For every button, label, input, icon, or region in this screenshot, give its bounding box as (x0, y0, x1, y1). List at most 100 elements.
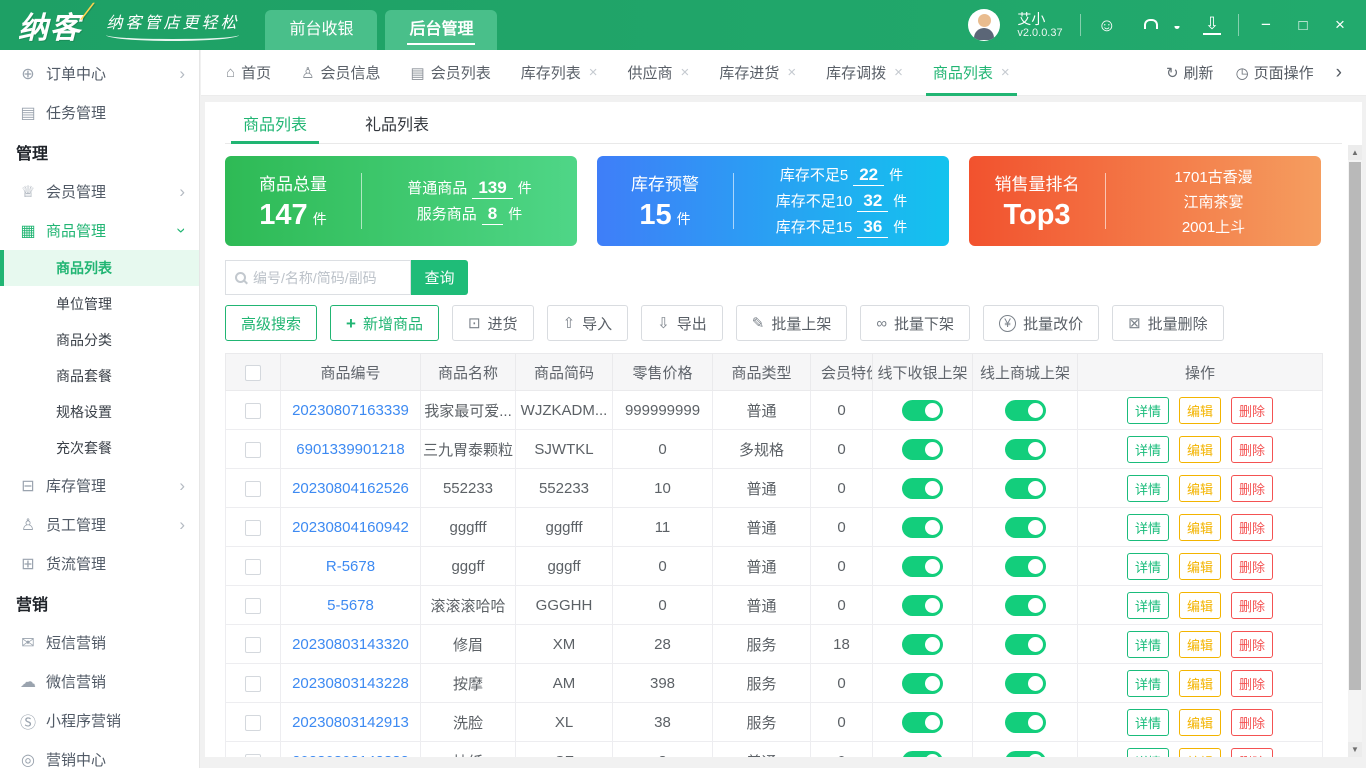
row-checkbox[interactable] (245, 714, 261, 731)
sidebar-item[interactable]: ♕ 会员管理 › (0, 172, 199, 211)
offline-shelf-toggle[interactable] (902, 672, 943, 694)
sidebar-item[interactable]: ⊟ 库存管理 › (0, 466, 199, 505)
detail-button[interactable]: 详情 (1126, 396, 1169, 424)
tab-供应商[interactable]: 供应商 × (613, 50, 705, 95)
row-checkbox[interactable] (245, 597, 261, 614)
product-code-link[interactable]: 20230804162526 (292, 480, 409, 497)
avatar[interactable] (968, 9, 1001, 41)
edit-button[interactable]: 编辑 (1178, 630, 1221, 658)
refresh-button[interactable]: ↻ 刷新 (1166, 62, 1214, 83)
online-shelf-toggle[interactable] (1004, 555, 1046, 577)
delete-button[interactable]: 删除 (1231, 435, 1274, 463)
sidebar-item[interactable]: ▤ 任务管理 (0, 93, 199, 132)
edit-button[interactable]: 编辑 (1178, 669, 1221, 697)
批量上架-button[interactable]: ✎ 批量上架 (735, 305, 848, 341)
sidebar-subitem[interactable]: 商品分类 (0, 322, 199, 358)
edit-button[interactable]: 编辑 (1178, 591, 1221, 619)
offline-shelf-toggle[interactable] (902, 750, 943, 757)
tab-商品列表[interactable]: 商品列表 × (918, 50, 1025, 96)
row-checkbox[interactable] (245, 558, 261, 575)
minimize-button[interactable]: − (1256, 15, 1276, 35)
offline-shelf-toggle[interactable] (902, 399, 943, 421)
header-tab-cashier[interactable]: 前台收银 (265, 10, 378, 50)
online-shelf-toggle[interactable] (1004, 750, 1046, 757)
scrollbar-thumb[interactable] (1349, 162, 1361, 690)
delete-button[interactable]: 删除 (1231, 513, 1274, 541)
sidebar-item[interactable]: ⊕ 订单中心 › (0, 54, 199, 93)
maximize-button[interactable]: □ (1293, 17, 1313, 34)
product-code-link[interactable]: 20230804160942 (292, 519, 409, 536)
row-checkbox[interactable] (245, 519, 261, 536)
sidebar-item[interactable]: ▦ 商品管理 › (0, 211, 199, 250)
edit-button[interactable]: 编辑 (1178, 396, 1221, 424)
row-checkbox[interactable] (245, 441, 261, 458)
delete-button[interactable]: 删除 (1231, 747, 1274, 757)
download-icon[interactable]: ⇩ (1203, 15, 1221, 35)
tab-库存列表[interactable]: 库存列表 × (506, 50, 613, 95)
scroll-down-arrow[interactable]: ▼ (1348, 742, 1362, 757)
sidebar-subitem[interactable]: 商品套餐 (0, 358, 199, 394)
close-button[interactable]: × (1330, 15, 1350, 35)
进货-button[interactable]: ⊡ 进货 (451, 305, 534, 341)
close-icon[interactable]: × (589, 64, 598, 81)
detail-button[interactable]: 详情 (1126, 591, 1169, 619)
detail-button[interactable]: 详情 (1126, 708, 1169, 736)
delete-button[interactable]: 删除 (1231, 669, 1274, 697)
row-checkbox[interactable] (245, 636, 261, 653)
content-tab-礼品列表[interactable]: 礼品列表 (355, 102, 439, 143)
sidebar-item[interactable]: ☁ 微信营销 (0, 662, 199, 701)
page-ops-button[interactable]: ◷ 页面操作 (1236, 62, 1314, 83)
query-button[interactable]: 查询 (411, 260, 468, 295)
offline-shelf-toggle[interactable] (902, 438, 943, 460)
edit-button[interactable]: 编辑 (1178, 435, 1221, 463)
sidebar-item[interactable]: ◎ 营销中心 (0, 740, 199, 768)
product-code-link[interactable]: 20230807163339 (292, 402, 409, 419)
product-code-link[interactable]: 20230803142832 (292, 753, 409, 758)
sidebar-subitem[interactable]: 规格设置 (0, 394, 199, 430)
product-code-link[interactable]: R-5678 (326, 558, 375, 575)
delete-button[interactable]: 删除 (1231, 591, 1274, 619)
close-icon[interactable]: × (787, 64, 796, 81)
tab-库存进货[interactable]: 库存进货 × (704, 50, 811, 95)
sidebar-item[interactable]: ⊞ 货流管理 (0, 544, 199, 583)
row-checkbox[interactable] (245, 402, 261, 419)
delete-button[interactable]: 删除 (1231, 552, 1274, 580)
tab-会员列表[interactable]: ▤ 会员列表 (396, 50, 506, 95)
close-icon[interactable]: × (681, 64, 690, 81)
delete-button[interactable]: 删除 (1231, 474, 1274, 502)
header-tab-backoffice[interactable]: 后台管理 (385, 10, 498, 50)
product-code-link[interactable]: 20230803142913 (292, 714, 409, 731)
delete-button[interactable]: 删除 (1231, 708, 1274, 736)
online-shelf-toggle[interactable] (1004, 633, 1046, 655)
导入-button[interactable]: ⇧ 导入 (546, 305, 629, 341)
批量删除-button[interactable]: ⊠ 批量删除 (1112, 305, 1224, 341)
row-checkbox[interactable] (245, 753, 261, 757)
product-code-link[interactable]: 20230803143320 (292, 636, 409, 653)
detail-button[interactable]: 详情 (1126, 669, 1169, 697)
online-shelf-toggle[interactable] (1004, 516, 1046, 538)
detail-button[interactable]: 详情 (1126, 630, 1169, 658)
offline-shelf-toggle[interactable] (902, 477, 943, 499)
edit-button[interactable]: 编辑 (1178, 708, 1221, 736)
sidebar-subitem[interactable]: 商品列表 (0, 250, 199, 286)
close-icon[interactable]: × (894, 64, 903, 81)
高级搜索-button[interactable]: 高级搜索 (225, 305, 318, 341)
online-shelf-toggle[interactable] (1004, 477, 1046, 499)
offline-shelf-toggle[interactable] (902, 711, 943, 733)
sidebar-subitem[interactable]: 单位管理 (0, 286, 199, 322)
product-code-link[interactable]: 5-5678 (327, 597, 374, 614)
sidebar-subitem[interactable]: 充次套餐 (0, 430, 199, 466)
detail-button[interactable]: 详情 (1126, 474, 1169, 502)
online-shelf-toggle[interactable] (1004, 711, 1046, 733)
online-shelf-toggle[interactable] (1004, 672, 1046, 694)
online-shelf-toggle[interactable] (1004, 399, 1046, 421)
edit-button[interactable]: 编辑 (1178, 474, 1221, 502)
批量下架-button[interactable]: ∞ 批量下架 (860, 305, 971, 341)
vertical-scrollbar[interactable]: ▲ ▼ (1348, 145, 1362, 757)
chevron-right-icon[interactable]: › (1336, 62, 1342, 84)
detail-button[interactable]: 详情 (1126, 513, 1169, 541)
product-code-link[interactable]: 6901339901218 (296, 441, 404, 458)
导出-button[interactable]: ⇩ 导出 (641, 305, 723, 341)
offline-shelf-toggle[interactable] (902, 594, 943, 616)
row-checkbox[interactable] (245, 480, 261, 497)
